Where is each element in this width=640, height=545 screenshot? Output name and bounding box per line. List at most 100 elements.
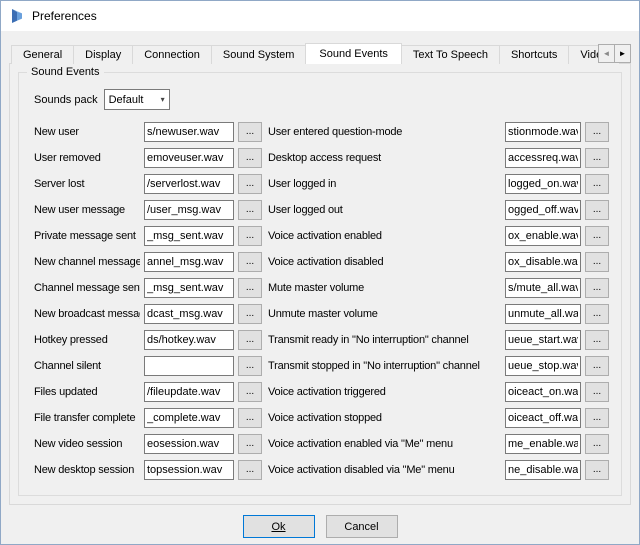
sound-file-input[interactable] xyxy=(505,174,581,194)
tab-scroll-right-button[interactable]: ► xyxy=(614,44,631,63)
sound-file-input[interactable] xyxy=(505,434,581,454)
sound-event-row: Voice activation disabled ... xyxy=(268,249,609,275)
browse-button[interactable]: ... xyxy=(585,356,609,376)
sound-event-label: User removed xyxy=(34,152,140,164)
app-icon xyxy=(9,8,25,24)
sound-file-input[interactable] xyxy=(144,460,234,480)
tab-shortcuts[interactable]: Shortcuts xyxy=(499,45,569,64)
sound-file-input[interactable] xyxy=(144,330,234,350)
sound-event-row: File transfer complete ... xyxy=(34,405,262,431)
browse-button[interactable]: ... xyxy=(238,434,262,454)
browse-button[interactable]: ... xyxy=(238,226,262,246)
sound-event-label: Mute master volume xyxy=(268,282,501,294)
browse-button[interactable]: ... xyxy=(238,148,262,168)
sound-file-input[interactable] xyxy=(505,330,581,350)
sound-file-input[interactable] xyxy=(505,304,581,324)
sound-file-input[interactable] xyxy=(144,252,234,272)
browse-button[interactable]: ... xyxy=(238,174,262,194)
sound-file-input[interactable] xyxy=(144,122,234,142)
browse-button[interactable]: ... xyxy=(585,408,609,428)
sound-event-row: User removed ... xyxy=(34,145,262,171)
sound-file-input[interactable] xyxy=(505,408,581,428)
sound-file-input[interactable] xyxy=(505,122,581,142)
sound-file-input[interactable] xyxy=(144,382,234,402)
preferences-dialog: Preferences GeneralDisplayConnectionSoun… xyxy=(0,0,640,545)
sound-file-input[interactable] xyxy=(505,460,581,480)
browse-button[interactable]: ... xyxy=(585,148,609,168)
browse-button[interactable]: ... xyxy=(238,408,262,428)
browse-button[interactable]: ... xyxy=(238,330,262,350)
ok-button[interactable]: Ok xyxy=(243,515,315,538)
sound-event-label: Transmit stopped in "No interruption" ch… xyxy=(268,360,501,372)
tab-bar: GeneralDisplayConnectionSound SystemSoun… xyxy=(9,43,631,64)
dialog-client-area: GeneralDisplayConnectionSound SystemSoun… xyxy=(1,31,639,544)
browse-button[interactable]: ... xyxy=(585,382,609,402)
sound-file-input[interactable] xyxy=(144,226,234,246)
browse-button[interactable]: ... xyxy=(238,122,262,142)
sounds-pack-select[interactable]: Default ▾ xyxy=(104,89,170,110)
sound-file-input[interactable] xyxy=(505,278,581,298)
browse-button[interactable]: ... xyxy=(238,252,262,272)
sound-event-label: New desktop session xyxy=(34,464,140,476)
browse-button[interactable]: ... xyxy=(585,434,609,454)
browse-button[interactable]: ... xyxy=(238,278,262,298)
browse-button[interactable]: ... xyxy=(238,200,262,220)
sound-event-row: Voice activation disabled via "Me" menu … xyxy=(268,457,609,483)
sound-event-row: New broadcast message ... xyxy=(34,301,262,327)
sound-file-input[interactable] xyxy=(505,382,581,402)
sound-events-groupbox: Sound Events Sounds pack Default ▾ New u… xyxy=(18,72,622,496)
browse-button[interactable]: ... xyxy=(585,330,609,350)
arrow-right-icon: ► xyxy=(619,49,627,58)
browse-button[interactable]: ... xyxy=(585,174,609,194)
sound-file-input[interactable] xyxy=(144,356,234,376)
sound-event-label: Private message sent xyxy=(34,230,140,242)
sound-event-row: User logged out ... xyxy=(268,197,609,223)
browse-button[interactable]: ... xyxy=(585,200,609,220)
sound-file-input[interactable] xyxy=(144,434,234,454)
sound-event-label: Files updated xyxy=(34,386,140,398)
browse-button[interactable]: ... xyxy=(585,460,609,480)
tab-general[interactable]: General xyxy=(11,45,74,64)
tab-text-to-speech[interactable]: Text To Speech xyxy=(401,45,500,64)
browse-button[interactable]: ... xyxy=(238,382,262,402)
sounds-pack-value: Default xyxy=(109,94,144,106)
sound-event-row: User entered question-mode ... xyxy=(268,119,609,145)
browse-button[interactable]: ... xyxy=(585,252,609,272)
browse-button[interactable]: ... xyxy=(238,356,262,376)
sound-file-input[interactable] xyxy=(505,148,581,168)
cancel-button[interactable]: Cancel xyxy=(326,515,398,538)
tab-scroll-left-button[interactable]: ◄ xyxy=(598,44,615,63)
sound-event-label: Voice activation triggered xyxy=(268,386,501,398)
sound-file-input[interactable] xyxy=(505,226,581,246)
browse-button[interactable]: ... xyxy=(238,460,262,480)
tab-display[interactable]: Display xyxy=(73,45,133,64)
tab-sound-events[interactable]: Sound Events xyxy=(305,43,402,64)
sound-event-label: Voice activation enabled xyxy=(268,230,501,242)
dialog-button-row: Ok Cancel xyxy=(9,515,631,538)
browse-button[interactable]: ... xyxy=(585,304,609,324)
sound-event-label: User logged out xyxy=(268,204,501,216)
browse-button[interactable]: ... xyxy=(238,304,262,324)
browse-button[interactable]: ... xyxy=(585,122,609,142)
sound-event-row: New desktop session ... xyxy=(34,457,262,483)
sound-event-label: New broadcast message xyxy=(34,308,140,320)
sound-event-row: Desktop access request ... xyxy=(268,145,609,171)
sound-event-label: Transmit ready in "No interruption" chan… xyxy=(268,334,501,346)
sound-file-input[interactable] xyxy=(144,200,234,220)
sound-file-input[interactable] xyxy=(505,252,581,272)
tab-connection[interactable]: Connection xyxy=(132,45,212,64)
sound-file-input[interactable] xyxy=(144,278,234,298)
sound-file-input[interactable] xyxy=(144,408,234,428)
sound-file-input[interactable] xyxy=(505,356,581,376)
sound-event-label: New channel message xyxy=(34,256,140,268)
sound-event-row: Private message sent ... xyxy=(34,223,262,249)
tab-sound-system[interactable]: Sound System xyxy=(211,45,307,64)
sound-event-row: Voice activation triggered ... xyxy=(268,379,609,405)
browse-button[interactable]: ... xyxy=(585,226,609,246)
sound-file-input[interactable] xyxy=(144,304,234,324)
browse-button[interactable]: ... xyxy=(585,278,609,298)
sound-file-input[interactable] xyxy=(505,200,581,220)
sound-event-row: Server lost ... xyxy=(34,171,262,197)
sound-file-input[interactable] xyxy=(144,148,234,168)
sound-file-input[interactable] xyxy=(144,174,234,194)
